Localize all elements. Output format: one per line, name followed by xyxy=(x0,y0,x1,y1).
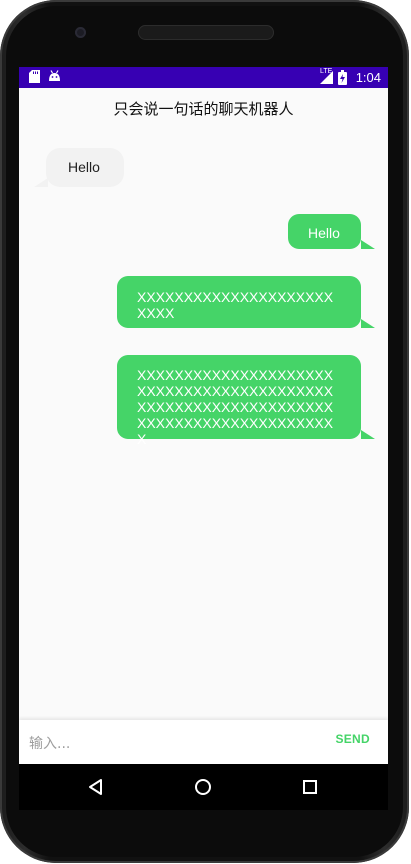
bubble-tail xyxy=(361,430,375,439)
page-title: 只会说一句话的聊天机器人 xyxy=(113,100,294,118)
sent-message-bubble: XXXXXXXXXXXXXXXXXXXXXXXXXXXXXXXXXXXXXXXX… xyxy=(117,355,375,447)
navigation-bar xyxy=(19,764,388,810)
emulator-stage: LTE 1:04 只会说一句话的聊天机器人 Hello Hello XXXXXX… xyxy=(0,0,411,864)
back-icon[interactable] xyxy=(87,778,105,796)
front-camera-icon xyxy=(75,27,86,38)
earpiece-speaker xyxy=(138,25,274,40)
status-bar: LTE 1:04 xyxy=(19,67,388,88)
bubble-tail xyxy=(361,319,375,328)
message-input[interactable] xyxy=(27,730,281,758)
message-composer: SEND xyxy=(19,720,388,764)
device-screen: LTE 1:04 只会说一句话的聊天机器人 Hello Hello XXXXXX… xyxy=(19,67,388,810)
android-icon xyxy=(47,70,61,84)
battery-charging-icon xyxy=(337,70,347,85)
message-text: XXXXXXXXXXXXXXXXXXXXXXXXXXXXXXXXXXXXXXXX… xyxy=(137,367,334,447)
bubble-tail xyxy=(34,178,48,187)
message-text: Hello xyxy=(68,159,100,175)
message-text: XXXXXXXXXXXXXXXXXXXXXXXXX xyxy=(137,289,334,321)
send-button[interactable]: SEND xyxy=(335,732,370,746)
message-text: Hello xyxy=(308,225,340,241)
bubble-tail xyxy=(361,240,375,249)
signal-icon xyxy=(319,71,333,85)
status-time: 1:04 xyxy=(355,70,381,85)
home-icon[interactable] xyxy=(194,778,212,796)
recents-icon[interactable] xyxy=(302,779,318,795)
received-message-bubble: Hello xyxy=(34,148,124,187)
sd-card-icon xyxy=(27,70,41,84)
sent-message-bubble: Hello xyxy=(288,214,375,249)
sent-message-bubble: XXXXXXXXXXXXXXXXXXXXXXXXX xyxy=(117,276,375,328)
